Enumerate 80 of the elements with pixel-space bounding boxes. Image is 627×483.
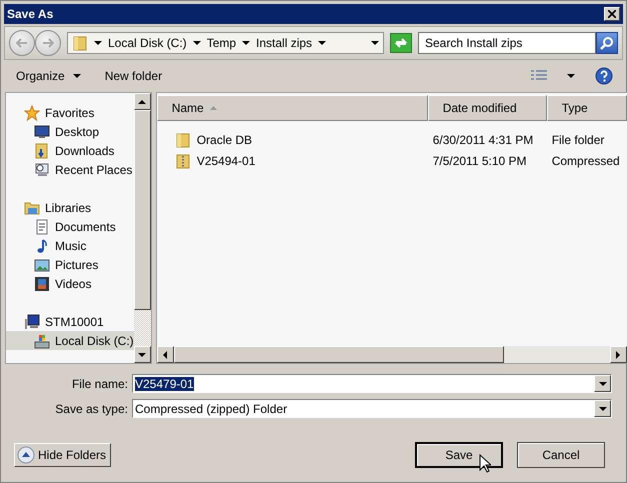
library-folder-icon <box>24 200 40 216</box>
left-arrow-icon <box>16 38 28 48</box>
folder-icon <box>34 142 50 158</box>
caret-icon <box>242 41 250 45</box>
landscape-picture-icon <box>34 256 50 272</box>
close-icon <box>608 10 616 18</box>
back-button[interactable] <box>9 30 35 56</box>
close-button[interactable] <box>604 7 620 21</box>
caret-icon <box>138 352 146 356</box>
vertical-scrollbar[interactable] <box>134 93 151 363</box>
caret-icon <box>371 41 379 45</box>
nav-item[interactable]: Videos <box>6 274 134 293</box>
monitor-icon <box>34 124 50 140</box>
caret-icon <box>318 41 326 45</box>
refresh-button[interactable] <box>390 33 412 53</box>
folder-icon <box>72 35 88 51</box>
nav-item[interactable]: Favorites <box>6 103 134 122</box>
window-title: Save As <box>7 7 54 21</box>
search-field[interactable]: Search Install zips <box>418 32 596 54</box>
field-label: File name: <box>70 376 128 390</box>
address-field[interactable]: Local Disk (C:) Temp Install zips <box>67 32 384 54</box>
combo-field[interactable]: V25479-01 <box>132 374 612 393</box>
document-icon <box>34 218 50 234</box>
nav-item[interactable]: Libraries <box>6 198 134 217</box>
caret-icon <box>192 41 201 45</box>
scroll-thumb[interactable] <box>134 110 151 310</box>
nav-item[interactable]: Music <box>6 236 134 255</box>
nav-item[interactable]: Recent Places <box>6 160 134 179</box>
toolbar-button[interactable]: New folder <box>102 67 164 85</box>
arrow-icon <box>616 350 620 358</box>
cancel-button[interactable]: Cancel <box>517 442 605 468</box>
view-list-icon[interactable] <box>531 70 547 82</box>
film-icon <box>34 276 50 292</box>
pointer-cursor-icon <box>479 454 491 473</box>
type-cell: Compressed <box>552 154 620 168</box>
arrow-icon <box>163 350 168 358</box>
column-header[interactable]: Type <box>546 95 627 121</box>
combo-field[interactable]: Compressed (zipped) Folder <box>132 399 612 418</box>
computer-icon <box>24 314 40 330</box>
sort-arrow-icon <box>210 106 217 110</box>
nav-item[interactable]: Pictures <box>6 255 134 274</box>
column-header[interactable]: Date modified <box>428 95 547 121</box>
date-cell: 7/5/2011 5:10 PM <box>432 154 527 168</box>
folder-icon <box>174 132 191 148</box>
star-icon <box>24 104 40 120</box>
double-arrow-icon <box>394 37 408 49</box>
file-row[interactable]: V25494-01 7/5/2011 5:10 PM Compressed <box>156 150 627 171</box>
forward-button[interactable] <box>35 30 61 56</box>
breadcrumb[interactable]: Temp <box>206 36 236 50</box>
nav-item[interactable]: Local Disk (C:) <box>6 331 134 350</box>
caret-icon <box>72 74 81 78</box>
zipped-folder-icon <box>174 152 191 168</box>
caret-icon <box>94 41 102 45</box>
search-icon <box>600 36 614 50</box>
file-name: V25494-01 <box>196 154 256 168</box>
file-name: Oracle DB <box>196 132 252 146</box>
drive-icon <box>34 332 50 348</box>
field-label: Save as type: <box>54 402 128 416</box>
toolbar-button[interactable]: Organize <box>14 67 83 85</box>
column-header[interactable]: Name <box>156 95 428 121</box>
date-cell: 6/30/2011 4:31 PM <box>432 132 534 146</box>
right-arrow-icon <box>42 38 54 48</box>
caret-icon <box>567 74 575 78</box>
type-cell: File folder <box>552 132 604 146</box>
arrow-icon <box>138 100 146 104</box>
nav-item[interactable]: Documents <box>6 217 134 236</box>
horizontal-scrollbar[interactable] <box>156 346 627 363</box>
breadcrumb[interactable]: Install zips <box>256 36 312 50</box>
nav-item[interactable]: STM10001 <box>6 312 134 331</box>
search-button[interactable] <box>596 32 618 54</box>
help-icon[interactable] <box>595 67 613 85</box>
hide-folders-button[interactable]: Hide Folders <box>14 443 112 467</box>
breadcrumb[interactable]: Local Disk (C:) <box>108 36 187 50</box>
file-row[interactable]: Oracle DB 6/30/2011 4:31 PM File folder <box>156 129 627 150</box>
caret-icon <box>598 406 606 410</box>
caret-icon <box>598 382 606 386</box>
nav-item[interactable]: Desktop <box>6 122 134 141</box>
nav-item[interactable]: Downloads <box>6 141 134 160</box>
clock-monitor-icon <box>34 162 50 178</box>
save-button[interactable]: Save <box>415 442 503 468</box>
